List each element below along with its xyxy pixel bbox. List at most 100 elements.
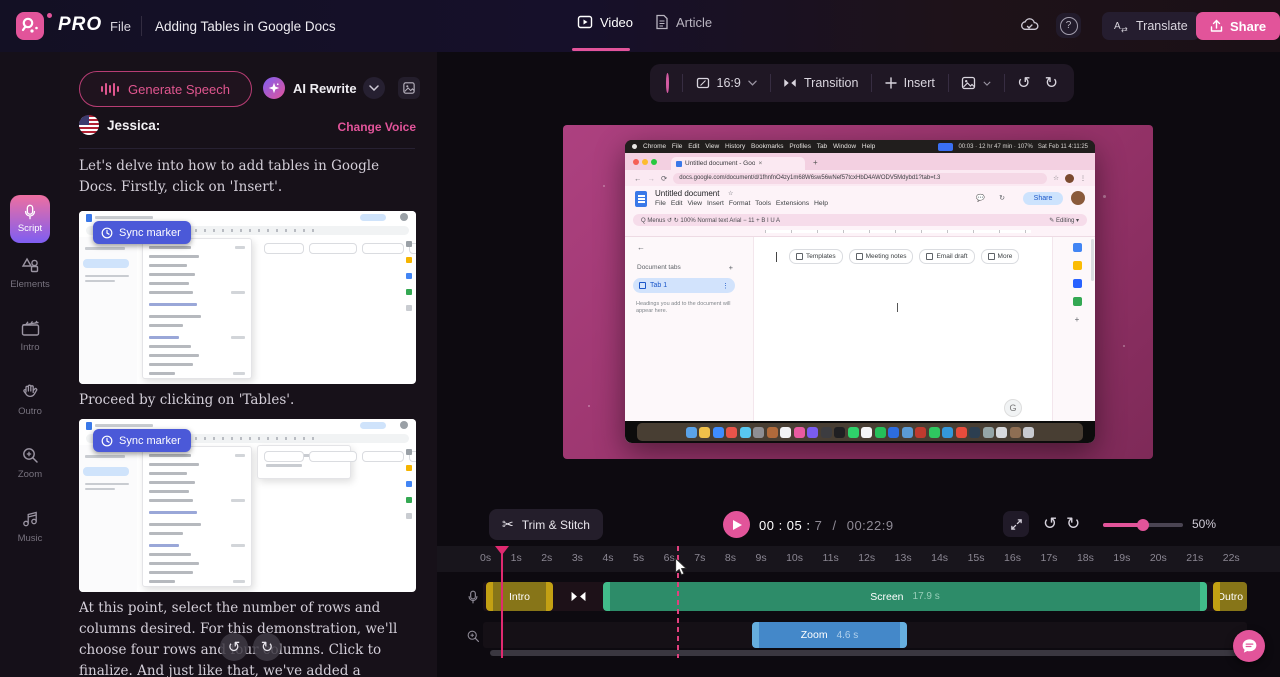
- video-preview-stage[interactable]: Chrome File Edit View History Bookmarks …: [563, 125, 1153, 459]
- sidebar-item-elements[interactable]: Elements: [0, 256, 60, 290]
- dock-app-icon: [820, 426, 832, 438]
- clip-handle[interactable]: [1213, 582, 1220, 611]
- docs-body: ← Document tabs + Tab 1 ⋮ Headings you a…: [625, 237, 1095, 443]
- sidebar-item-script[interactable]: Script: [10, 195, 50, 243]
- sidebar-item-outro[interactable]: Outro: [0, 383, 60, 417]
- app-logo-icon[interactable]: [16, 12, 44, 40]
- timeline-tick: 8s: [724, 552, 736, 564]
- video-icon: [577, 15, 593, 29]
- chevron-down-icon[interactable]: [363, 77, 385, 99]
- clip-handle[interactable]: [603, 582, 610, 611]
- ai-sparkle-icon[interactable]: [263, 77, 285, 99]
- svg-text:⇄: ⇄: [1121, 25, 1128, 33]
- dock-app-icon: [874, 426, 886, 438]
- sync-marker-button-1[interactable]: Sync marker: [93, 221, 191, 244]
- chip-templates: Templates: [789, 249, 843, 264]
- project-title[interactable]: Adding Tables in Google Docs: [155, 19, 336, 34]
- microphone-icon: [24, 204, 36, 220]
- script-screenshot-2[interactable]: Sync marker: [79, 419, 416, 592]
- dock-app-icon: [901, 426, 913, 438]
- docs-scrollbar: [1091, 239, 1094, 281]
- share-button[interactable]: Share: [1196, 12, 1280, 40]
- dock-app-icon: [753, 426, 765, 438]
- clip-handle[interactable]: [486, 582, 493, 611]
- browser-tab: Untitled document - Goo ×: [671, 157, 805, 170]
- clip-zoom[interactable]: Zoom 4.6 s: [752, 622, 907, 648]
- insert-menu-mock: [142, 446, 252, 587]
- script-screenshot-1[interactable]: Sync marker: [79, 211, 416, 384]
- change-voice-link[interactable]: Change Voice: [338, 120, 416, 134]
- tab-video[interactable]: Video: [577, 14, 633, 30]
- insert-button[interactable]: Insert: [884, 76, 935, 90]
- dock-app-icon: [888, 426, 900, 438]
- ai-rewrite-button[interactable]: AI Rewrite: [293, 81, 357, 96]
- clip-handle[interactable]: [1200, 582, 1207, 611]
- play-icon: [733, 519, 742, 530]
- transition-icon: [571, 591, 585, 602]
- play-button[interactable]: [723, 511, 750, 538]
- media-button[interactable]: [961, 76, 991, 90]
- help-button[interactable]: ?: [1056, 13, 1081, 38]
- trim-stitch-button[interactable]: ✂ Trim & Stitch: [489, 509, 603, 540]
- dock-app-icon: [685, 426, 697, 438]
- frame-icon: [696, 77, 709, 89]
- mic-track-icon: [468, 590, 478, 604]
- waveform-icon: [101, 82, 120, 96]
- script-caption[interactable]: Proceed by clicking on 'Tables'.: [79, 390, 415, 411]
- aspect-ratio-button[interactable]: 16:9: [696, 76, 757, 90]
- sidebar-item-music[interactable]: Music: [0, 510, 60, 544]
- clock-icon: [101, 227, 113, 238]
- clip-screen[interactable]: Screen 17.9 s: [603, 582, 1207, 611]
- undo-button-overlay[interactable]: ↺: [220, 633, 248, 661]
- script-paragraph[interactable]: At this point, select the number of rows…: [79, 598, 415, 677]
- translate-button[interactable]: A ⇄ Translate: [1102, 12, 1200, 40]
- timeline-tick: 17s: [1040, 552, 1058, 564]
- voice-flag-avatar[interactable]: [79, 115, 99, 135]
- generate-speech-button[interactable]: Generate Speech: [79, 71, 252, 107]
- google-side-rail: +: [1069, 243, 1085, 324]
- docs-outline-sidebar: ← Document tabs + Tab 1 ⋮ Headings you a…: [625, 237, 747, 443]
- chip-meeting-notes: Meeting notes: [848, 249, 914, 264]
- script-paragraph[interactable]: Let's delve into how to add tables in Go…: [79, 156, 415, 198]
- dock-app-icon: [780, 426, 792, 438]
- transition-button[interactable]: Transition: [783, 76, 858, 90]
- undo-button-player[interactable]: ↺: [1043, 514, 1057, 534]
- doc-tab1-pill: Tab 1 ⋮: [633, 278, 735, 293]
- timeline-tick: 5s: [633, 552, 645, 564]
- transition-marker[interactable]: [566, 588, 590, 605]
- clip-handle[interactable]: [546, 582, 553, 611]
- clip-handle[interactable]: [752, 622, 759, 648]
- logo-text: PRO: [58, 14, 103, 35]
- browser-address-bar: ← → ⟳ docs.google.com/document/d/1fhnfnO4z…: [625, 170, 1095, 186]
- undo-button[interactable]: ↺: [1017, 73, 1030, 93]
- dock-app-icon: [807, 426, 819, 438]
- clip-handle[interactable]: [900, 622, 907, 648]
- background-color-swatch[interactable]: [666, 73, 670, 93]
- redo-button-player[interactable]: ↻: [1066, 514, 1080, 534]
- sidebar-item-zoom[interactable]: Zoom: [0, 446, 60, 480]
- slider-knob[interactable]: [1137, 519, 1149, 531]
- timeline-tick: 9s: [755, 552, 767, 564]
- timeline-zoom-slider[interactable]: [1103, 519, 1183, 531]
- redo-button-overlay[interactable]: ↻: [253, 633, 281, 661]
- clip-outro[interactable]: Outro: [1213, 582, 1247, 611]
- sync-marker-button-2[interactable]: Sync marker: [93, 429, 191, 452]
- redo-button[interactable]: ↻: [1045, 73, 1058, 93]
- timeline-scrollbar[interactable]: [490, 650, 1240, 656]
- clip-intro[interactable]: Intro: [486, 582, 553, 611]
- cloud-saved-icon[interactable]: [1019, 15, 1040, 36]
- tab-article[interactable]: Article: [655, 14, 712, 30]
- sidebar-item-intro[interactable]: Intro: [0, 320, 60, 353]
- dock-app-icon: [982, 426, 994, 438]
- support-chat-button[interactable]: [1233, 630, 1265, 662]
- chat-bubble-icon: [1242, 639, 1256, 653]
- fullscreen-button[interactable]: [1003, 511, 1029, 537]
- current-time: 00 : 05 :: [759, 518, 811, 533]
- file-menu[interactable]: File: [110, 19, 131, 34]
- left-sidebar: Script Elements Intro Outro Zoom Music: [0, 52, 60, 677]
- docs-share-button: Share: [1023, 192, 1063, 205]
- time-display: 00 : 05 : 7 / 00:22:9: [759, 518, 894, 533]
- image-frame-icon[interactable]: [398, 77, 420, 99]
- playhead-line[interactable]: [501, 546, 503, 658]
- translate-icon: A ⇄: [1114, 21, 1128, 33]
